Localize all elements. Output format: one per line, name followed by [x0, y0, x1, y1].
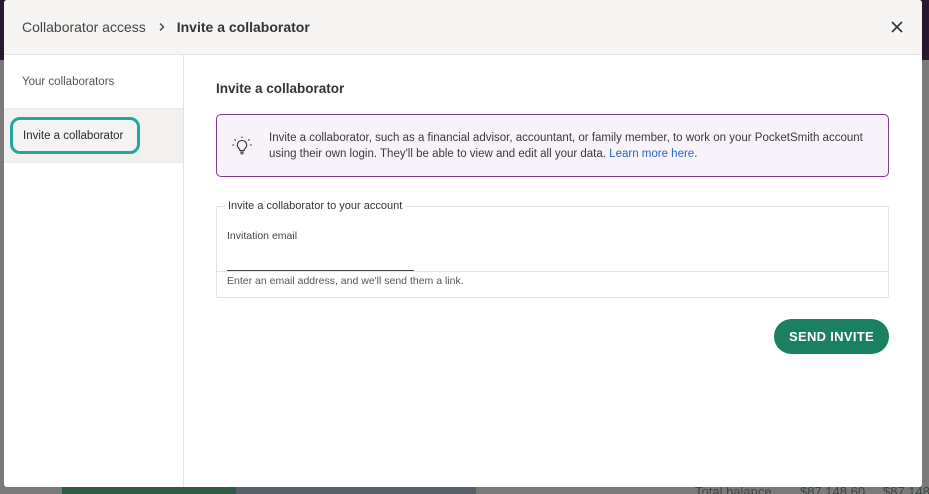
email-helper-text: Enter an email address, and we'll send t… — [217, 271, 888, 287]
info-suffix: . — [694, 147, 698, 160]
info-callout: Invite a collaborator, such as a financi… — [216, 114, 889, 177]
collaborator-modal: Collaborator access Invite a collaborato… — [4, 0, 922, 487]
sidebar-item-invite-collaborator[interactable]: Invite a collaborator — [4, 109, 183, 163]
info-text: Invite a collaborator, such as a financi… — [269, 130, 874, 162]
modal-body: Your collaborators Invite a collaborator… — [4, 55, 922, 487]
sidebar: Your collaborators Invite a collaborator — [4, 55, 184, 487]
sidebar-item-label: Your collaborators — [22, 75, 115, 88]
background-block — [62, 486, 236, 494]
breadcrumb-current: Invite a collaborator — [176, 19, 310, 35]
close-icon — [891, 21, 903, 33]
lightbulb-icon — [232, 136, 252, 154]
email-field[interactable] — [227, 251, 414, 271]
chevron-right-icon — [157, 22, 167, 32]
invite-form: Invite a collaborator to your account In… — [216, 200, 889, 298]
learn-more-link[interactable]: Learn more here — [609, 148, 694, 160]
breadcrumb-root[interactable]: Collaborator access — [22, 19, 146, 35]
sidebar-item-your-collaborators[interactable]: Your collaborators — [4, 55, 183, 109]
info-body: Invite a collaborator, such as a financi… — [269, 131, 863, 160]
email-label: Invitation email — [227, 230, 298, 242]
sidebar-item-label: Invite a collaborator — [10, 117, 141, 154]
main-content: Invite a collaborator Invite a collabora… — [184, 55, 922, 487]
background-block — [236, 486, 476, 494]
modal-header: Collaborator access Invite a collaborato… — [4, 0, 922, 55]
page-title: Invite a collaborator — [216, 81, 345, 96]
close-button[interactable] — [888, 18, 906, 36]
send-invite-button[interactable]: SEND INVITE — [774, 319, 889, 354]
form-legend: Invite a collaborator to your account — [225, 200, 406, 212]
